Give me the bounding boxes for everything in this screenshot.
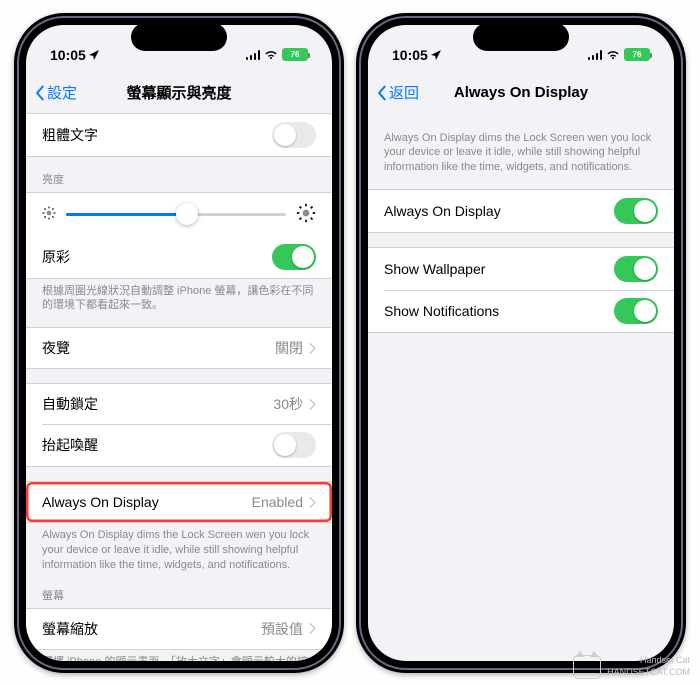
row-label: 抬起喚醒 — [42, 435, 98, 455]
row-true-tone[interactable]: 原彩 — [26, 236, 332, 278]
toggle-raise-to-wake[interactable] — [272, 432, 316, 458]
row-label: 粗體文字 — [42, 125, 98, 145]
toggle-show-wallpaper[interactable] — [614, 256, 658, 282]
watermark: Handset Cat HANDSETCAT.COM — [573, 655, 690, 679]
dynamic-island — [131, 23, 227, 51]
chevron-right-icon — [309, 343, 316, 354]
location-icon — [89, 47, 99, 63]
status-time: 10:05 — [50, 47, 86, 63]
footer-display-zoom: 選擇 iPhone 的顯示畫面。「放大文字」會顯示較大的控制項目。「預設值」可顯… — [26, 650, 332, 661]
back-label: 返回 — [389, 82, 419, 103]
nav-bar: 返回 Always On Display — [368, 73, 674, 113]
screen-right: 10:05 76 返回 Always On Display Always On … — [368, 25, 674, 661]
toggle-bold-text[interactable] — [272, 122, 316, 148]
nav-bar: 設定 螢幕顯示與亮度 — [26, 73, 332, 113]
group-header-brightness: 亮度 — [26, 171, 332, 192]
phone-right: 10:05 76 返回 Always On Display Always On … — [356, 13, 686, 673]
settings-content: 粗體文字 亮度 原彩 — [26, 113, 332, 661]
group-header-display: 螢幕 — [26, 587, 332, 608]
watermark-brand: Handset Cat — [607, 655, 690, 667]
dynamic-island — [473, 23, 569, 51]
signal-icon — [588, 50, 603, 60]
row-value: 30秒 — [273, 394, 303, 414]
status-time: 10:05 — [392, 47, 428, 63]
row-label: Show Notifications — [384, 303, 499, 319]
row-show-notifications[interactable]: Show Notifications — [368, 290, 674, 332]
row-bold-text[interactable]: 粗體文字 — [26, 114, 332, 156]
row-label: Show Wallpaper — [384, 261, 485, 277]
toggle-true-tone[interactable] — [272, 244, 316, 270]
row-label: Always On Display — [384, 203, 501, 219]
page-title: 螢幕顯示與亮度 — [126, 82, 231, 103]
cat-icon — [573, 655, 601, 679]
screen-left: 10:05 76 設定 螢幕顯示與亮度 粗體文字 — [26, 25, 332, 661]
back-label: 設定 — [47, 82, 77, 103]
row-aod-toggle[interactable]: Always On Display — [368, 190, 674, 232]
slider-knob[interactable] — [176, 203, 198, 225]
chevron-right-icon — [309, 497, 316, 508]
chevron-right-icon — [309, 399, 316, 410]
back-button[interactable]: 返回 — [376, 82, 419, 103]
sun-small-icon — [42, 206, 56, 223]
wifi-icon — [606, 47, 620, 63]
row-auto-lock[interactable]: 自動鎖定 30秒 — [26, 384, 332, 424]
intro-text: Always On Display dims the Lock Screen w… — [368, 121, 674, 176]
brightness-slider[interactable] — [66, 213, 286, 216]
aod-content: Always On Display dims the Lock Screen w… — [368, 113, 674, 661]
chevron-right-icon — [309, 623, 316, 634]
footer-true-tone: 根據周圍光線狀況自動調整 iPhone 螢幕，讓色彩在不同的環境下都看起來一致。 — [26, 279, 332, 314]
footer-aod: Always On Display dims the Lock Screen w… — [26, 523, 332, 573]
row-raise-to-wake[interactable]: 抬起喚醒 — [26, 424, 332, 466]
row-label: 夜覽 — [42, 338, 70, 358]
signal-icon — [246, 50, 261, 60]
row-label: 螢幕縮放 — [42, 619, 98, 639]
toggle-show-notifications[interactable] — [614, 298, 658, 324]
sun-large-icon — [296, 203, 316, 226]
row-label: 自動鎖定 — [42, 394, 98, 414]
back-button[interactable]: 設定 — [34, 82, 77, 103]
row-night-shift[interactable]: 夜覽 關閉 — [26, 328, 332, 368]
row-label: Always On Display — [42, 494, 159, 510]
toggle-aod[interactable] — [614, 198, 658, 224]
row-value: 預設值 — [261, 619, 303, 639]
location-icon — [431, 47, 441, 63]
row-display-zoom[interactable]: 螢幕縮放 預設值 — [26, 609, 332, 649]
row-brightness-slider — [26, 192, 332, 236]
row-always-on-display[interactable]: Always On Display Enabled — [26, 482, 332, 522]
row-label: 原彩 — [42, 247, 70, 267]
row-show-wallpaper[interactable]: Show Wallpaper — [368, 248, 674, 290]
row-value: Enabled — [252, 494, 303, 510]
watermark-url: HANDSETCAT.COM — [607, 667, 690, 679]
page-title: Always On Display — [454, 84, 588, 101]
row-value: 關閉 — [275, 338, 303, 358]
phone-left: 10:05 76 設定 螢幕顯示與亮度 粗體文字 — [14, 13, 344, 673]
battery-icon: 76 — [624, 48, 650, 61]
battery-icon: 76 — [282, 48, 308, 61]
wifi-icon — [264, 47, 278, 63]
